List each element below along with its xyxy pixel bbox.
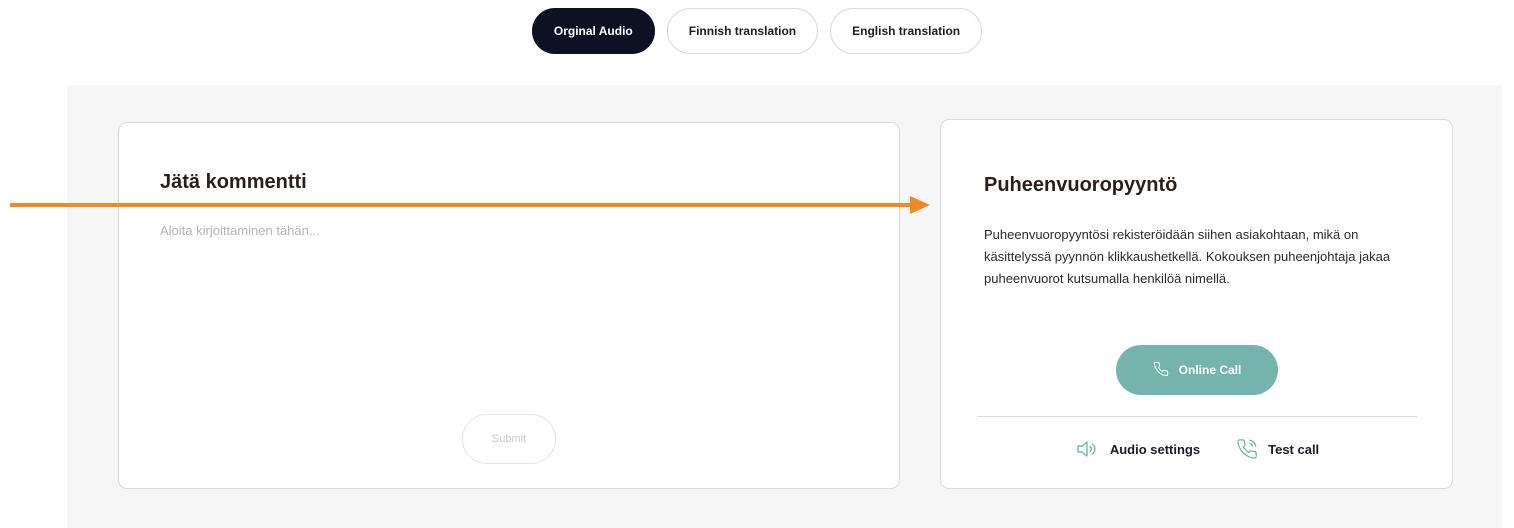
tab-finnish-translation[interactable]: Finnish translation (666, 8, 819, 54)
comment-card: Jätä kommentti Submit (118, 122, 900, 489)
test-call-link[interactable]: Test call (1236, 438, 1319, 460)
online-call-label: Online Call (1178, 363, 1242, 377)
tab-original-audio[interactable]: Orginal Audio (531, 8, 655, 54)
submit-button[interactable]: Submit (462, 414, 556, 464)
audio-settings-link[interactable]: Audio settings (1076, 438, 1200, 460)
audio-settings-label: Audio settings (1109, 441, 1201, 457)
speaker-icon (1076, 439, 1100, 459)
divider (977, 416, 1417, 417)
speech-request-description: Puheenvuoropyyntösi rekisteröidään siihe… (984, 227, 1391, 286)
comment-title: Jätä kommentti (160, 171, 307, 193)
phone-ringing-icon (1236, 438, 1258, 460)
call-options: Audio settings Test call (941, 438, 1454, 460)
comment-input[interactable] (160, 223, 860, 383)
speech-request-title: Puheenvuoropyyntö (984, 174, 1178, 196)
online-call-button[interactable]: Online Call (1116, 345, 1278, 395)
audio-language-tabs: Orginal Audio Finnish translation Englis… (0, 8, 1514, 54)
test-call-label: Test call (1268, 441, 1320, 457)
speech-request-card: Puheenvuoropyyntö Puheenvuoropyyntösi re… (940, 119, 1453, 489)
phone-icon (1153, 361, 1169, 380)
tab-english-translation[interactable]: English translation (830, 8, 983, 54)
annotation-arrow (10, 196, 930, 214)
